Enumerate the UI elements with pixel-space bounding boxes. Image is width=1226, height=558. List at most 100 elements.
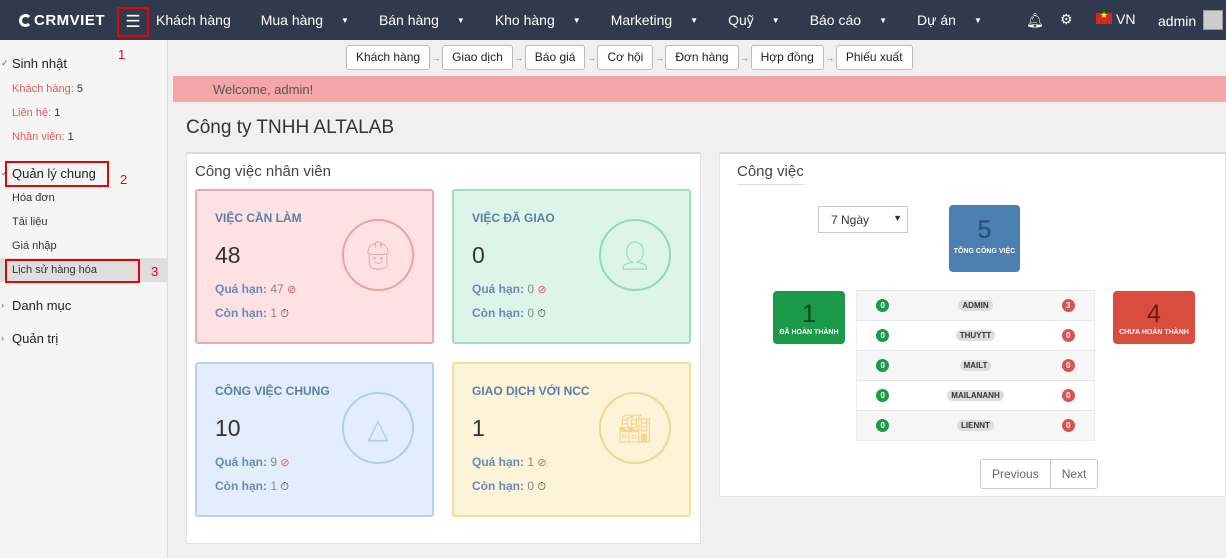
arrow-right-icon: → — [431, 52, 441, 63]
overdue-value: 0 — [527, 282, 535, 296]
menu-item-warehouse[interactable]: Kho hàng ▼ — [495, 12, 596, 28]
card-overdue: Quá hạn: 9 ⊘ — [215, 455, 290, 469]
sidebar-section-birthday[interactable]: Sinh nhật — [12, 56, 67, 71]
pending-badge: 0 — [1061, 389, 1075, 402]
table-row[interactable]: 0 THUYTT 0 — [856, 320, 1095, 351]
name-cell: MAILANANH — [908, 380, 1043, 411]
remaining-value: 1 — [270, 479, 278, 493]
step-orders[interactable]: Đơn hàng — [665, 45, 739, 70]
staff-name-badge: MAILT — [959, 360, 992, 371]
done-cell: 0 — [856, 380, 909, 411]
menu-item-projects[interactable]: Dự án ▼ — [917, 12, 997, 28]
name-cell: ADMIN — [908, 290, 1043, 321]
caret-down-icon: ▼ — [771, 16, 780, 25]
timer-icon: ⏱ — [280, 308, 289, 320]
birthday-count: 5 — [76, 83, 83, 95]
annotation-label-2: 2 — [120, 172, 128, 187]
card-overdue: Quá hạn: 1 ⊘ — [472, 455, 547, 469]
done-tasks-tile[interactable]: 1 ĐÃ HOÀN THÀNH — [773, 291, 845, 344]
card-remaining: Còn hạn: 1 ⏱ — [215, 306, 289, 321]
sidebar-item-birthday-customers[interactable]: Khách hàng: 5 — [12, 83, 83, 95]
step-opportunities[interactable]: Cơ hội — [597, 45, 654, 70]
table-row[interactable]: 0 LIENNT 0 — [856, 410, 1095, 441]
remaining-label: Còn hạn: — [215, 306, 267, 320]
next-button[interactable]: Next — [1049, 460, 1098, 488]
step-quotes[interactable]: Báo giá — [524, 45, 586, 70]
menu-item-sales[interactable]: Bán hàng ▼ — [379, 12, 480, 28]
process-steps: Khách hàng → Giao dịch → Báo giá → Cơ hội → … — [346, 45, 913, 70]
alarm-off-icon: ⊘ — [287, 284, 297, 296]
hamburger-icon: ☰ — [125, 12, 141, 31]
sidebar-item-invoices[interactable]: Hóa đơn — [12, 192, 55, 204]
overdue-label: Quá hạn: — [472, 455, 525, 469]
table-row[interactable]: 0 ADMIN 3 — [856, 290, 1095, 321]
sidebar-item-import-price[interactable]: Giá nhập — [12, 240, 57, 252]
card-title: Công việc chung — [215, 384, 330, 398]
step-delivery-notes[interactable]: Phiếu xuất — [835, 45, 913, 70]
step-contracts[interactable]: Hợp đồng — [750, 45, 824, 70]
timer-icon: ⏱ — [537, 481, 546, 493]
menu-label: Khách hàng — [156, 12, 231, 28]
birthday-count: 1 — [67, 131, 74, 143]
menu-item-purchasing[interactable]: Mua hàng ▼ — [261, 12, 364, 28]
language-selector[interactable]: VN — [1116, 11, 1135, 27]
total-tasks-tile[interactable]: 5 TỔNG CÔNG VIỆC — [949, 205, 1020, 272]
menu-item-marketing[interactable]: Marketing ▼ — [611, 12, 713, 28]
menu-label: Marketing — [610, 12, 673, 28]
card-value: 0 — [472, 242, 485, 268]
alarm-off-icon: ⊘ — [280, 457, 290, 469]
overdue-label: Quá hạn: — [472, 282, 525, 296]
remaining-value: 0 — [527, 479, 535, 493]
annotation-label-3: 3 — [151, 264, 159, 279]
step-customers[interactable]: Khách hàng — [346, 45, 431, 70]
bell-icon[interactable]: 🔔︎ — [1026, 12, 1044, 29]
caret-down-icon: ▼ — [572, 16, 581, 25]
not-done-tasks-tile[interactable]: 4 CHƯA HOÀN THÀNH — [1113, 291, 1195, 344]
staff-name-badge: LIENNT — [957, 420, 994, 431]
sidebar-section-catalog[interactable]: Danh mục — [12, 298, 71, 313]
card-title: Việc đã giao — [472, 211, 555, 225]
logo[interactable]: CRMVIET — [19, 12, 105, 29]
period-select[interactable]: 7 Ngày ▼ — [818, 206, 908, 233]
card-overdue: Quá hạn: 47 ⊘ — [215, 282, 296, 296]
avatar[interactable] — [1203, 10, 1223, 30]
card-assigned[interactable]: Việc đã giao 0 Quá hạn: 0 ⊘ Còn hạn: 0 ⏱… — [452, 189, 691, 344]
menu-toggle-button[interactable]: ☰ — [117, 7, 149, 37]
sidebar-item-birthday-staff[interactable]: Nhân viên: 1 — [12, 131, 74, 143]
step-transactions[interactable]: Giao dịch — [442, 45, 513, 70]
table-row[interactable]: 0 MAILT 0 — [856, 350, 1095, 381]
menu-item-reports[interactable]: Báo cáo ▼ — [810, 12, 902, 28]
menu-label: Bán hàng — [378, 12, 439, 28]
total-tasks-label: TỔNG CÔNG VIỆC — [953, 248, 1016, 255]
alarm-off-icon: ⊘ — [537, 284, 547, 296]
user-name[interactable]: admin — [1158, 13, 1196, 29]
card-supplier-transactions[interactable]: Giao dịch với NCC 1 Quá hạn: 1 ⊘ Còn hạn… — [452, 362, 691, 517]
pending-badge: 0 — [1061, 359, 1075, 372]
annotation-box-3 — [5, 259, 140, 283]
gear-icon[interactable]: ⚙ — [1060, 11, 1073, 28]
network-icon: △ — [342, 392, 414, 464]
card-overdue: Quá hạn: 0 ⊘ — [472, 282, 547, 296]
menu-label: Báo cáo — [809, 12, 862, 28]
table-row[interactable]: 0 MAILANANH 0 — [856, 380, 1095, 411]
pagination: Previous Next — [980, 459, 1099, 489]
sidebar-item-documents[interactable]: Tài liệu — [12, 216, 47, 228]
menu-label: Dự án — [916, 12, 956, 28]
vietnam-flag-icon[interactable] — [1096, 10, 1112, 24]
done-cell: 0 — [856, 290, 909, 321]
done-badge: 0 — [876, 329, 890, 342]
pending-badge: 3 — [1061, 299, 1075, 312]
sidebar-item-birthday-contacts[interactable]: Liên hệ: 1 — [12, 107, 60, 119]
sidebar-section-admin[interactable]: Quản trị — [12, 331, 58, 346]
card-title: Việc cần làm — [215, 211, 302, 225]
period-value: 7 Ngày — [831, 213, 870, 227]
menu-item-fund[interactable]: Quỹ ▼ — [728, 12, 795, 28]
alarm-off-icon: ⊘ — [537, 457, 547, 469]
menu-label: Quỹ — [728, 12, 754, 28]
previous-button[interactable]: Previous — [981, 460, 1050, 488]
work-panel-title: Công việc — [737, 163, 804, 185]
card-todo[interactable]: Việc cần làm 48 Quá hạn: 47 ⊘ Còn hạn: 1… — [195, 189, 434, 344]
remaining-value: 1 — [270, 306, 278, 320]
card-shared-work[interactable]: Công việc chung 10 Quá hạn: 9 ⊘ Còn hạn:… — [195, 362, 434, 517]
menu-item-customers[interactable]: Khách hàng — [156, 12, 246, 28]
